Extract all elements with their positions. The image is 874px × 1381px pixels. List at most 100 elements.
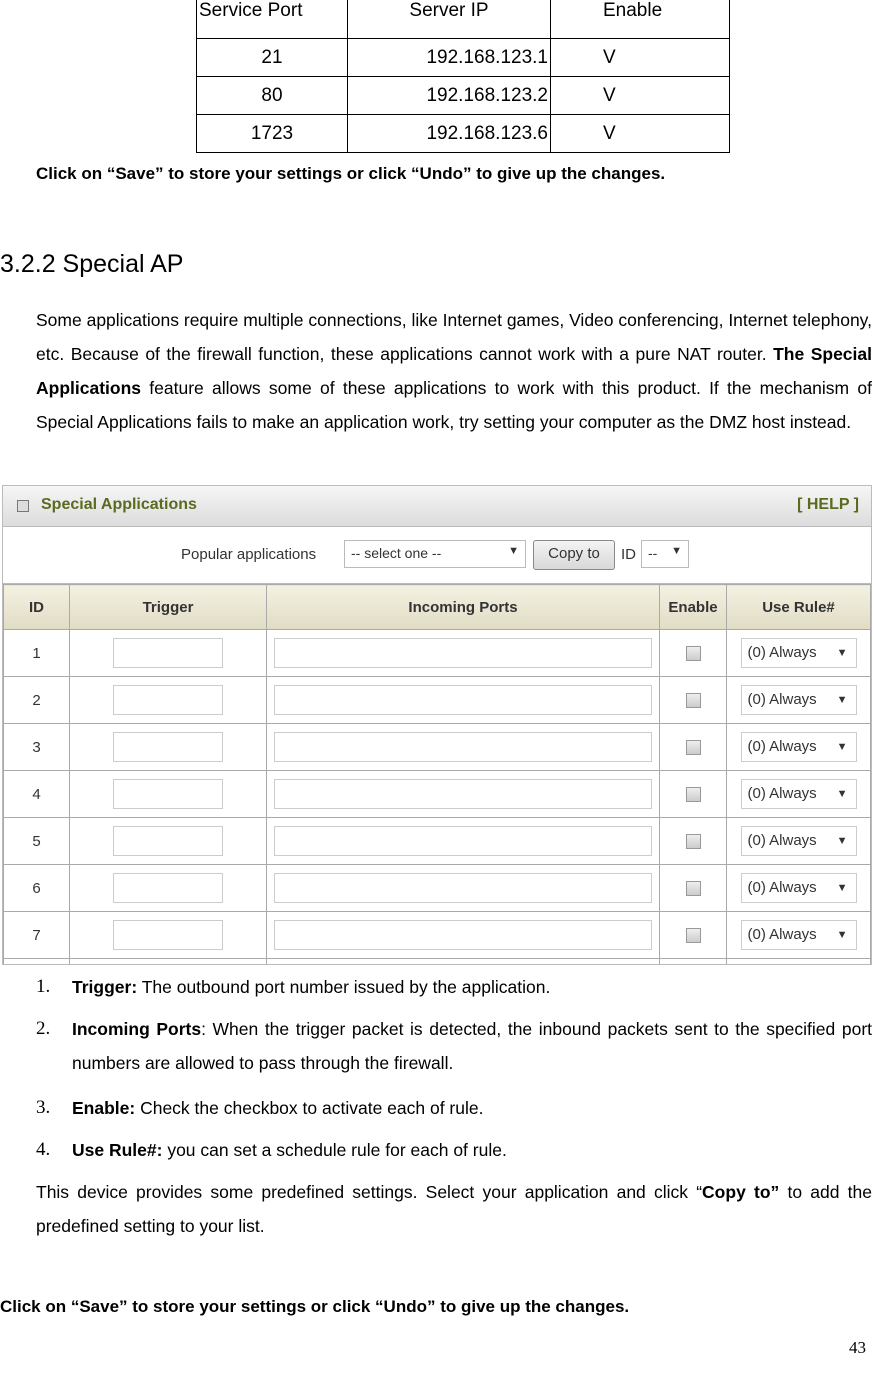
trigger-input[interactable] [113, 779, 223, 809]
enable-cell [659, 723, 727, 771]
table-row: 21 192.168.123.1 V [196, 38, 730, 77]
incoming-ports-cell [266, 676, 660, 724]
trigger-cell [69, 864, 267, 912]
list-text: Enable: Check the checkbox to activate e… [72, 1091, 872, 1125]
enable-cell [659, 770, 727, 818]
row-id: 6 [3, 864, 70, 912]
list-text: Use Rule#: you can set a schedule rule f… [72, 1133, 872, 1167]
text: Some applications require multiple conne… [36, 310, 872, 364]
select-value: (0) Always [747, 785, 817, 802]
enable-checkbox[interactable] [685, 787, 701, 803]
list-number: 1. [36, 976, 51, 997]
use-rule-select[interactable]: (0) Always ▼ [740, 779, 857, 809]
trigger-input[interactable] [113, 873, 223, 903]
table-row: 5 (0) Always ▼ [3, 817, 871, 865]
trigger-input[interactable] [113, 920, 223, 950]
incoming-ports-cell [266, 817, 660, 865]
use-rule-select[interactable]: (0) Always ▼ [740, 732, 857, 762]
header-server-ip: Server IP [347, 0, 551, 39]
incoming-ports-input[interactable] [274, 732, 652, 762]
incoming-ports-input[interactable] [274, 826, 652, 856]
header-incoming-ports: Incoming Ports [266, 584, 660, 630]
id-select[interactable]: -- ▼ [641, 540, 689, 568]
help-link[interactable]: [ HELP ] [797, 496, 859, 514]
select-value: (0) Always [747, 738, 817, 755]
table-row: 6 (0) Always ▼ [3, 864, 871, 912]
use-rule-select[interactable]: (0) Always ▼ [740, 873, 857, 903]
enable-checkbox[interactable] [685, 693, 701, 709]
use-rule-cell: (0) Always ▼ [726, 770, 871, 818]
table-row: 1723 192.168.123.6 V [196, 114, 730, 153]
list-item: 2. Incoming Ports: When the trigger packe… [36, 1012, 872, 1080]
header-id: ID [3, 584, 70, 630]
enable-cell [659, 958, 727, 964]
incoming-ports-cell [266, 958, 660, 964]
trigger-input[interactable] [113, 732, 223, 762]
cell: 192.168.123.1 [347, 38, 551, 77]
enable-cell [659, 676, 727, 724]
enable-checkbox[interactable] [685, 881, 701, 897]
trigger-cell [69, 958, 267, 964]
intro-paragraph: Some applications require multiple conne… [36, 303, 872, 439]
cell: V [550, 38, 730, 77]
trigger-cell [69, 723, 267, 771]
chevron-down-icon: ▼ [836, 882, 848, 894]
use-rule-select[interactable]: (0) Always ▼ [740, 920, 857, 950]
use-rule-select[interactable]: (0) Always ▼ [740, 826, 857, 856]
row-id: 4 [3, 770, 70, 818]
list-text: Trigger: The outbound port number issued… [72, 970, 872, 1004]
section-title: 3.2.2 Special AP [0, 250, 184, 278]
list-number: 3. [36, 1097, 51, 1118]
table-row: 8 (0) Always▼ [3, 958, 871, 964]
incoming-ports-input[interactable] [274, 779, 652, 809]
id-label: ID [621, 546, 636, 563]
save-note: Click on “Save” to store your settings o… [0, 1297, 630, 1316]
use-rule-cell: (0) Always▼ [726, 958, 871, 964]
header-enable: Enable [550, 0, 730, 39]
cell: V [550, 76, 730, 115]
incoming-ports-cell [266, 911, 660, 959]
list-item: 3. Enable: Check the checkbox to activate… [36, 1091, 872, 1125]
incoming-ports-input[interactable] [274, 685, 652, 715]
predefined-paragraph: This device provides some predefined set… [36, 1175, 872, 1243]
trigger-input[interactable] [113, 685, 223, 715]
enable-checkbox[interactable] [685, 646, 701, 662]
trigger-input[interactable] [113, 826, 223, 856]
enable-checkbox[interactable] [685, 740, 701, 756]
trigger-cell [69, 911, 267, 959]
chevron-down-icon: ▼ [836, 788, 848, 800]
copy-to-button[interactable]: Copy to [533, 540, 615, 570]
incoming-ports-input[interactable] [274, 873, 652, 903]
incoming-ports-input[interactable] [274, 920, 652, 950]
term: Trigger: [72, 977, 138, 997]
incoming-ports-input[interactable] [274, 638, 652, 668]
row-id: 2 [3, 676, 70, 724]
row-id: 8 [3, 958, 70, 964]
table-header-row: Service Port Server IP Enable [196, 0, 730, 39]
list-item: 1. Trigger: The outbound port number issu… [36, 970, 872, 1004]
list-item: 4. Use Rule#: you can set a schedule rule… [36, 1133, 872, 1167]
trigger-input[interactable] [113, 638, 223, 668]
popular-select[interactable]: -- select one -- ▼ [344, 540, 526, 568]
term: Incoming Ports [72, 1019, 202, 1039]
cell: 192.168.123.2 [347, 76, 551, 115]
square-icon [17, 500, 29, 512]
use-rule-select[interactable]: (0) Always ▼ [740, 638, 857, 668]
row-id: 7 [3, 911, 70, 959]
use-rule-select[interactable]: (0) Always ▼ [740, 685, 857, 715]
save-note: Click on “Save” to store your settings o… [36, 164, 666, 183]
description: Check the checkbox to activate each of r… [135, 1098, 484, 1118]
term: Enable: [72, 1098, 136, 1118]
select-value: (0) Always [747, 832, 817, 849]
table-header-row: ID Trigger Incoming Ports Enable Use Rul… [3, 584, 871, 630]
enable-checkbox[interactable] [685, 928, 701, 944]
select-value: -- select one -- [351, 545, 442, 561]
chevron-down-icon: ▼ [836, 835, 848, 847]
table-row: 1 (0) Always ▼ [3, 629, 871, 677]
header-use-rule: Use Rule# [726, 584, 871, 630]
table-row: 4 (0) Always ▼ [3, 770, 871, 818]
enable-cell [659, 629, 727, 677]
page-number: 43 [849, 1338, 866, 1357]
enable-checkbox[interactable] [685, 834, 701, 850]
cell: 21 [196, 38, 348, 77]
